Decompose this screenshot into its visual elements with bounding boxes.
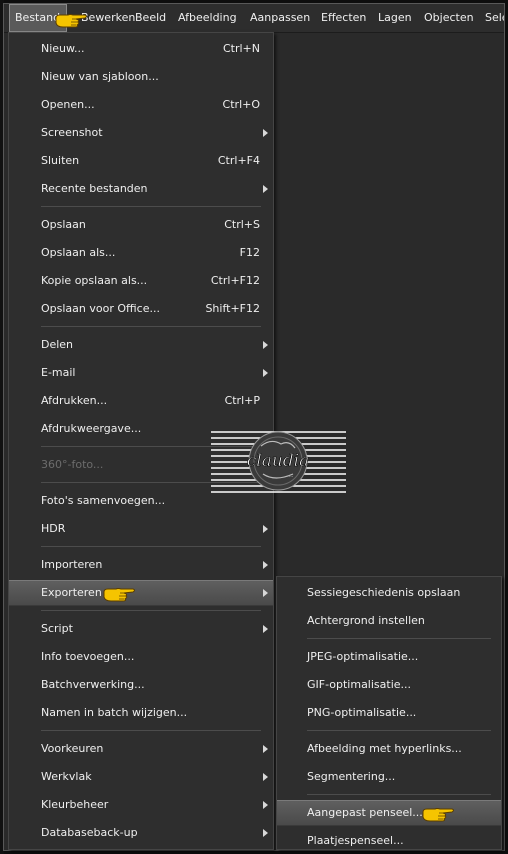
submenu-item-plaatjespenseel[interactable]: Plaatjespenseel... bbox=[277, 828, 501, 854]
menu-item-opslaan-als[interactable]: Opslaan als... F12 bbox=[9, 240, 273, 266]
menu-item-sluiten[interactable]: Sluiten Ctrl+F4 bbox=[9, 148, 273, 174]
menu-item-opslaan[interactable]: Opslaan Ctrl+S bbox=[9, 212, 273, 238]
watermark-text: claudia bbox=[247, 451, 310, 471]
menu-objecten[interactable]: Objecten bbox=[419, 4, 479, 32]
menu-separator bbox=[41, 546, 261, 547]
menu-item-hdr[interactable]: HDR bbox=[9, 516, 273, 542]
chevron-right-icon bbox=[263, 829, 268, 837]
menu-item-nieuw[interactable]: Nieuw... Ctrl+N bbox=[9, 36, 273, 62]
chevron-right-icon bbox=[263, 773, 268, 781]
claudia-watermark-logo: claudia ... bbox=[211, 431, 346, 493]
export-submenu: Sessiegeschiedenis opslaan Achtergrond i… bbox=[276, 576, 502, 850]
menu-separator bbox=[307, 730, 491, 731]
menu-separator bbox=[307, 794, 491, 795]
menu-beeld[interactable]: Beeld bbox=[130, 4, 171, 32]
chevron-right-icon bbox=[263, 801, 268, 809]
menu-item-nieuw-van-sjabloon[interactable]: Nieuw van sjabloon... bbox=[9, 64, 273, 90]
submenu-item-sessiegeschiedenis-opslaan[interactable]: Sessiegeschiedenis opslaan bbox=[277, 580, 501, 606]
menu-item-kopie-opslaan-als[interactable]: Kopie opslaan als... Ctrl+F12 bbox=[9, 268, 273, 294]
menu-item-batchverwerking[interactable]: Batchverwerking... bbox=[9, 672, 273, 698]
menu-separator bbox=[41, 206, 261, 207]
submenu-item-afbeelding-met-hyperlinks[interactable]: Afbeelding met hyperlinks... bbox=[277, 736, 501, 762]
chevron-right-icon bbox=[263, 589, 268, 597]
menu-item-script[interactable]: Script bbox=[9, 616, 273, 642]
menu-item-recente-bestanden[interactable]: Recente bestanden bbox=[9, 176, 273, 202]
menu-separator bbox=[41, 326, 261, 327]
chevron-right-icon bbox=[263, 341, 268, 349]
chevron-right-icon bbox=[263, 525, 268, 533]
menu-afbeelding[interactable]: Afbeelding bbox=[173, 4, 242, 32]
menu-item-exporteren[interactable]: Exporteren bbox=[9, 580, 273, 606]
pointing-hand-icon bbox=[422, 808, 454, 822]
menu-item-kleurbeheer[interactable]: Kleurbeheer bbox=[9, 792, 273, 818]
submenu-item-png-optimalisatie[interactable]: PNG-optimalisatie... bbox=[277, 700, 501, 726]
pointing-hand-icon bbox=[103, 588, 135, 602]
chevron-right-icon bbox=[263, 369, 268, 377]
submenu-item-gif-optimalisatie[interactable]: GIF-optimalisatie... bbox=[277, 672, 501, 698]
chevron-right-icon bbox=[263, 561, 268, 569]
submenu-item-jpeg-optimalisatie[interactable]: JPEG-optimalisatie... bbox=[277, 644, 501, 670]
menu-item-namen-in-batch-wijzigen[interactable]: Namen in batch wijzigen... bbox=[9, 700, 273, 726]
menu-selecties[interactable]: Selecties bbox=[480, 4, 504, 32]
menu-item-screenshot[interactable]: Screenshot bbox=[9, 120, 273, 146]
submenu-item-segmentering[interactable]: Segmentering... bbox=[277, 764, 501, 790]
menu-item-databaseback-up[interactable]: Databaseback-up bbox=[9, 820, 273, 846]
menu-item-voorkeuren[interactable]: Voorkeuren bbox=[9, 736, 273, 762]
menu-item-e-mail[interactable]: E-mail bbox=[9, 360, 273, 386]
chevron-right-icon bbox=[263, 625, 268, 633]
menu-separator bbox=[41, 730, 261, 731]
watermark-subtext: ... bbox=[289, 473, 294, 479]
menu-lagen[interactable]: Lagen bbox=[373, 4, 417, 32]
menu-effecten[interactable]: Effecten bbox=[316, 4, 371, 32]
chevron-right-icon bbox=[263, 745, 268, 753]
menu-separator bbox=[41, 610, 261, 611]
menu-item-afdrukken[interactable]: Afdrukken... Ctrl+P bbox=[9, 388, 273, 414]
menu-item-delen[interactable]: Delen bbox=[9, 332, 273, 358]
menu-item-opslaan-voor-office[interactable]: Opslaan voor Office... Shift+F12 bbox=[9, 296, 273, 322]
menu-separator bbox=[307, 638, 491, 639]
menu-item-importeren[interactable]: Importeren bbox=[9, 552, 273, 578]
submenu-item-aangepast-penseel[interactable]: Aangepast penseel... bbox=[277, 800, 501, 826]
menu-item-werkvlak[interactable]: Werkvlak bbox=[9, 764, 273, 790]
chevron-right-icon bbox=[263, 129, 268, 137]
submenu-item-achtergrond-instellen[interactable]: Achtergrond instellen bbox=[277, 608, 501, 634]
menu-item-openen[interactable]: Openen... Ctrl+O bbox=[9, 92, 273, 118]
menu-aanpassen[interactable]: Aanpassen bbox=[245, 4, 315, 32]
chevron-right-icon bbox=[263, 185, 268, 193]
pointing-hand-icon bbox=[55, 14, 87, 28]
workspace-area bbox=[276, 33, 504, 579]
menu-item-info-toevoegen[interactable]: Info toevoegen... bbox=[9, 644, 273, 670]
